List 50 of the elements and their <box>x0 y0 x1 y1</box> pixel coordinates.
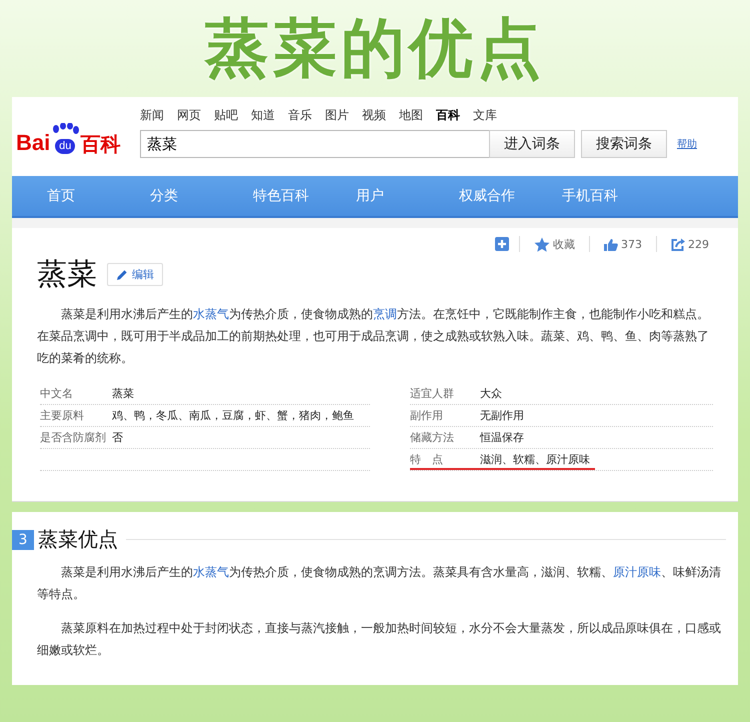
search-button[interactable]: 进入词条 <box>489 130 575 158</box>
nav-link[interactable]: 音乐 <box>288 107 312 124</box>
info-label: 适宜人群 <box>410 386 455 401</box>
paragraph: 蒸菜是利用水沸后产生的水蒸气为传热介质，使食物成熟的烹调方法。蒸菜具有含水量高，滋润、软糯、原汁原味、味鲜汤清等特点。 <box>36 564 722 603</box>
info-value: 恒温保存 <box>480 430 524 445</box>
nav-link[interactable]: 新闻 <box>140 107 164 124</box>
add-button[interactable] <box>495 237 509 251</box>
nav-link[interactable]: 文库 <box>473 107 497 124</box>
text-link[interactable]: 原汁原味 <box>613 565 661 579</box>
search-field[interactable]: 蒸菜 <box>140 130 490 158</box>
info-value: 无副作用 <box>480 408 524 423</box>
edit-button[interactable]: 编辑 <box>107 263 163 286</box>
nav-link[interactable]: 图片 <box>325 107 349 124</box>
star-icon <box>534 236 550 252</box>
help-link[interactable]: 帮助 <box>677 137 697 151</box>
info-value: 大众 <box>480 386 502 401</box>
info-label: 储藏方法 <box>410 430 455 445</box>
section-number: 3 <box>12 530 34 550</box>
nav-link[interactable]: 视频 <box>362 107 386 124</box>
info-label: 是否含防腐剂 <box>40 430 107 445</box>
info-value: 滋润、软糯、原汁原味 <box>480 452 590 467</box>
text-link[interactable]: 水蒸气 <box>193 307 229 321</box>
section-title: 蒸菜优点 <box>38 526 118 553</box>
collect-button[interactable]: 收藏 <box>530 236 579 252</box>
search-button[interactable]: 搜索词条 <box>581 130 667 158</box>
plus-icon <box>496 238 508 250</box>
paragraph: 蒸菜原料在加热过程中处于封闭状态，直接与蒸汽接触，一般加热时间较短，水分不会大量蒸发，所以成品原味俱在，口感或细嫩或软烂。 <box>36 620 722 659</box>
text-link[interactable]: 水蒸气 <box>193 565 229 579</box>
text-link[interactable]: 烹调 <box>373 307 397 321</box>
nav-link[interactable]: 网页 <box>177 107 201 124</box>
baidu-logo[interactable]: Bai du 百科 <box>12 97 140 176</box>
nav-link[interactable]: 知道 <box>251 107 275 124</box>
info-label: 中文名 <box>40 386 74 401</box>
pencil-icon <box>116 268 128 280</box>
banner-title: 蒸菜的优点 <box>205 16 545 80</box>
info-value: 否 <box>112 430 123 445</box>
info-label: 主要原料 <box>40 408 85 423</box>
share-button[interactable]: 229 <box>667 238 713 250</box>
nav-link[interactable]: 贴吧 <box>214 107 238 124</box>
thumbs-up-icon <box>604 238 618 250</box>
like-button[interactable]: 373 <box>600 238 646 250</box>
nav-link[interactable]: 地图 <box>399 107 423 124</box>
share-icon <box>671 238 685 250</box>
info-value: 鸡、鸭，冬瓜、南瓜，豆腐，虾、蟹，猪肉，鲍鱼 <box>112 408 354 423</box>
paragraph: 蒸菜是利用水沸后产生的水蒸气为传热介质，使食物成熟的烹调方法。在烹饪中，它既能制作主食，也能制作小吃和糕点。在菜品烹调中，既可用于半成品加工的前期热处理，也可用于成品烹调，使之成熟或软熟入味。蔬菜、鸡、鸭、鱼、肉等蒸熟了吃的菜肴的统称。 <box>37 306 710 367</box>
info-label: 副作用 <box>410 408 444 423</box>
entry-title: 蒸菜 <box>37 256 97 294</box>
info-value: 蒸菜 <box>112 386 134 401</box>
nav-link[interactable]: 百科 <box>436 107 460 124</box>
info-label: 特 点 <box>410 452 444 467</box>
